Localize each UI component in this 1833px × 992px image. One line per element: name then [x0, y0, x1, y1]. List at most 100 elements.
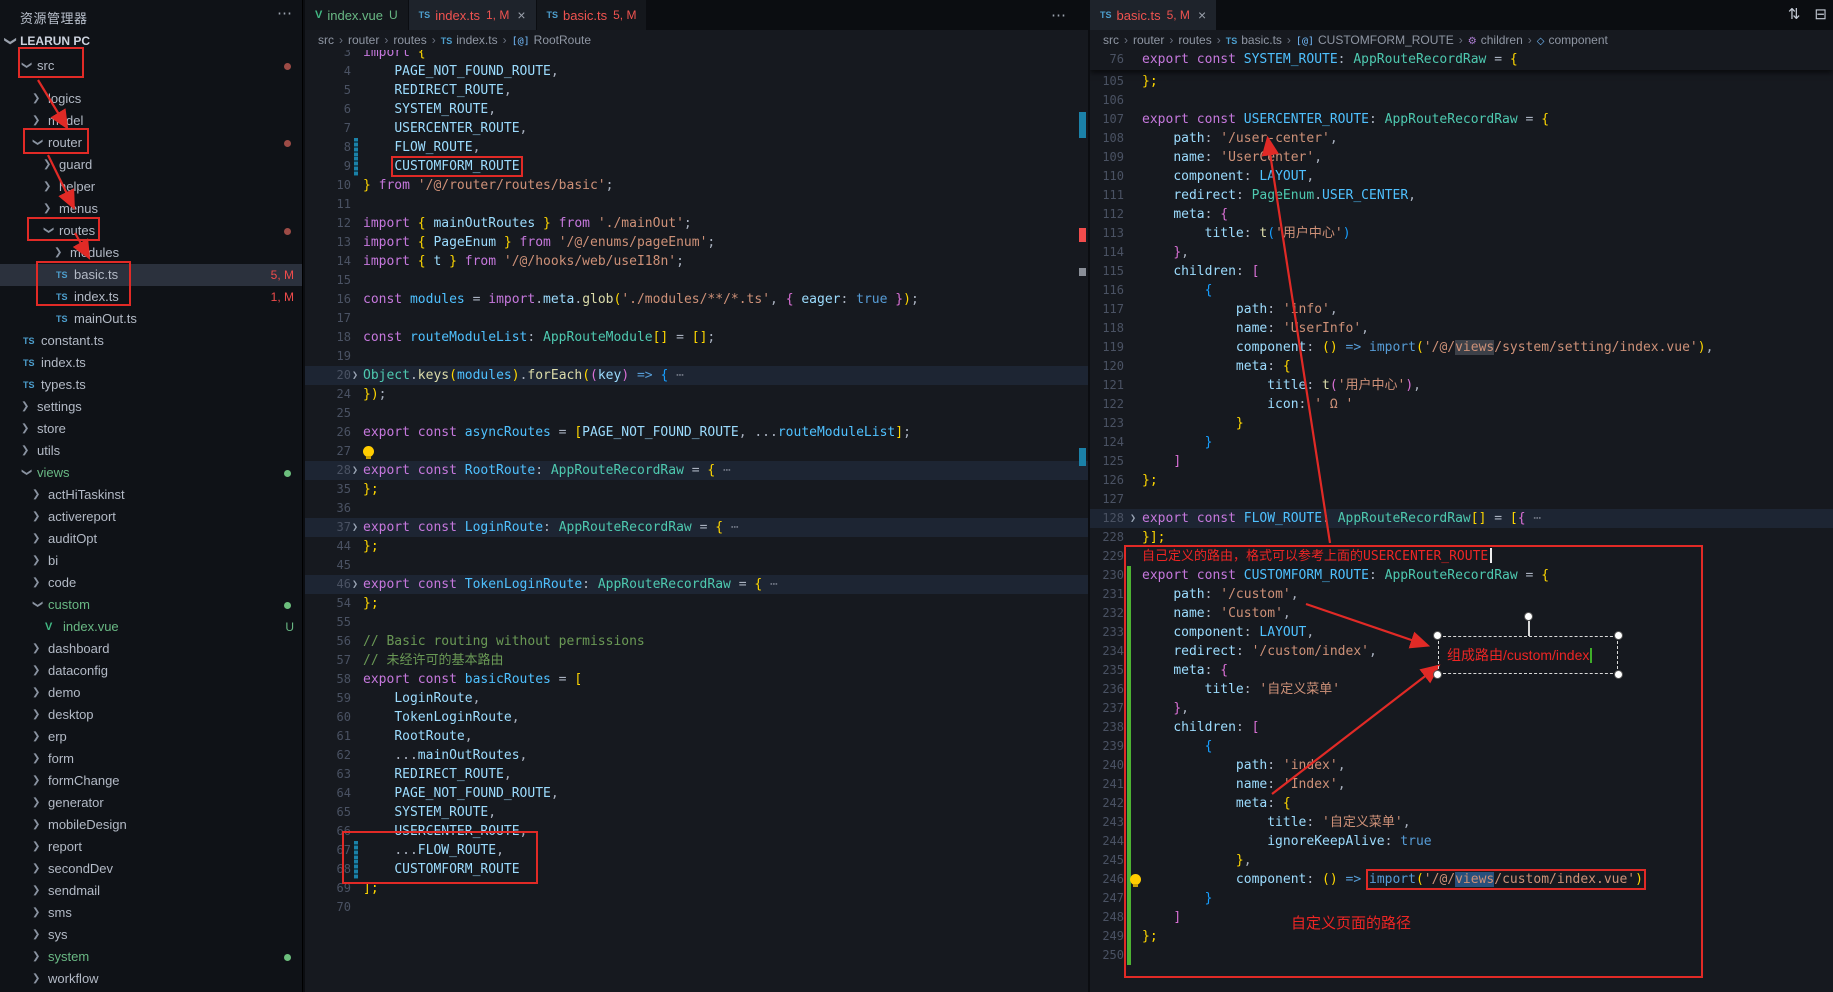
tree-item-views[interactable]: ❯views — [0, 462, 302, 484]
code-line-36[interactable]: 36 — [305, 499, 1088, 518]
close-icon[interactable]: × — [517, 7, 525, 23]
code-line-13[interactable]: 13import { PageEnum } from '/@/enums/pag… — [305, 233, 1088, 252]
code-line-24[interactable]: 24}); — [305, 385, 1088, 404]
code-line-62[interactable]: 62 ...mainOutRoutes, — [305, 746, 1088, 765]
tree-item-custom[interactable]: ❯custom — [0, 594, 302, 616]
code-line-65[interactable]: 65 SYSTEM_ROUTE, — [305, 803, 1088, 822]
tree-item-routes[interactable]: ❯routes — [0, 220, 302, 242]
code-line-124[interactable]: 124 } — [1090, 433, 1833, 452]
code-line-126[interactable]: 126}; — [1090, 471, 1833, 490]
tree-item-index.vue[interactable]: Vindex.vueU — [0, 616, 302, 638]
code-line-5[interactable]: 5 REDIRECT_ROUTE, — [305, 81, 1088, 100]
code-line-9[interactable]: 9 CUSTOMFORM_ROUTE — [305, 157, 1088, 176]
tab-index.ts[interactable]: TSindex.ts1, M× — [409, 0, 536, 30]
code-line-68[interactable]: 68 CUSTOMFORM_ROUTE — [305, 860, 1088, 879]
code-line-116[interactable]: 116 { — [1090, 281, 1833, 300]
breadcrumb-item[interactable]: ⚙children — [1468, 33, 1523, 47]
tree-item-formChange[interactable]: ❯formChange — [0, 770, 302, 792]
breadcrumb-item[interactable]: TSindex.ts — [441, 33, 498, 47]
tree-item-demo[interactable]: ❯demo — [0, 682, 302, 704]
code-line-231[interactable]: 231 path: '/custom', — [1090, 585, 1833, 604]
code-line-120[interactable]: 120 meta: { — [1090, 357, 1833, 376]
tree-item-dataconfig[interactable]: ❯dataconfig — [0, 660, 302, 682]
compare-editors-icon[interactable]: ⇅ — [1788, 5, 1801, 23]
code-line-114[interactable]: 114 }, — [1090, 243, 1833, 262]
tree-item-desktop[interactable]: ❯desktop — [0, 704, 302, 726]
code-line-66[interactable]: 66 USERCENTER_ROUTE, — [305, 822, 1088, 841]
breadcrumb-item[interactable]: routes — [393, 33, 426, 47]
code-line-240[interactable]: 240 path: 'index', — [1090, 756, 1833, 775]
code-line-241[interactable]: 241 name: 'Index', — [1090, 775, 1833, 794]
code-line-106[interactable]: 106 — [1090, 91, 1833, 110]
code-line-28[interactable]: 28❯export const RootRoute: AppRouteRecor… — [305, 461, 1088, 480]
code-line-118[interactable]: 118 name: 'UserInfo', — [1090, 319, 1833, 338]
tree-item-constant.ts[interactable]: TSconstant.ts — [0, 330, 302, 352]
middle-editor-more-icon[interactable]: ⋯ — [1051, 6, 1066, 24]
code-line-6[interactable]: 6 SYSTEM_ROUTE, — [305, 100, 1088, 119]
code-line-3[interactable]: 3import { — [305, 50, 1088, 62]
right-editor-content[interactable]: 105};106107export const USERCENTER_ROUTE… — [1090, 50, 1833, 992]
code-line-242[interactable]: 242 meta: { — [1090, 794, 1833, 813]
code-line-8[interactable]: 8 FLOW_ROUTE, — [305, 138, 1088, 157]
tab-basic.ts[interactable]: TSbasic.ts5, M — [537, 0, 647, 30]
editor-layout-icon[interactable]: ⊟ — [1814, 5, 1827, 23]
middle-editor-content[interactable]: 3import {4 PAGE_NOT_FOUND_ROUTE,5 REDIRE… — [305, 50, 1088, 992]
code-line-111[interactable]: 111 redirect: PageEnum.USER_CENTER, — [1090, 186, 1833, 205]
code-line-12[interactable]: 12import { mainOutRoutes } from './mainO… — [305, 214, 1088, 233]
tree-item-system[interactable]: ❯system — [0, 946, 302, 968]
tree-item-actHiTaskinst[interactable]: ❯actHiTaskinst — [0, 484, 302, 506]
code-line-55[interactable]: 55 — [305, 613, 1088, 632]
code-line-246[interactable]: 246 component: () => import('/@/views/cu… — [1090, 870, 1833, 889]
tree-item-dashboard[interactable]: ❯dashboard — [0, 638, 302, 660]
breadcrumb-item[interactable]: [@]RootRoute — [512, 33, 591, 47]
breadcrumb-item[interactable]: routes — [1178, 33, 1211, 47]
code-line-110[interactable]: 110 component: LAYOUT, — [1090, 167, 1833, 186]
code-line-243[interactable]: 243 title: '自定义菜单', — [1090, 813, 1833, 832]
code-line-37[interactable]: 37❯export const LoginRoute: AppRouteReco… — [305, 518, 1088, 537]
fold-chevron-icon[interactable]: ❯ — [352, 461, 358, 480]
code-line-10[interactable]: 10} from '/@/router/routes/basic'; — [305, 176, 1088, 195]
tab-index.vue[interactable]: Vindex.vueU — [305, 0, 408, 30]
tree-item-generator[interactable]: ❯generator — [0, 792, 302, 814]
code-line-239[interactable]: 239 { — [1090, 737, 1833, 756]
code-line-61[interactable]: 61 RootRoute, — [305, 727, 1088, 746]
tree-item-logics[interactable]: ❯logics — [0, 88, 302, 110]
code-line-69[interactable]: 69]; — [305, 879, 1088, 898]
tree-item-sys[interactable]: ❯sys — [0, 924, 302, 946]
code-line-25[interactable]: 25 — [305, 404, 1088, 423]
breadcrumb-item[interactable]: src — [318, 33, 334, 47]
code-line-63[interactable]: 63 REDIRECT_ROUTE, — [305, 765, 1088, 784]
code-line-35[interactable]: 35}; — [305, 480, 1088, 499]
code-line-127[interactable]: 127 — [1090, 490, 1833, 509]
breadcrumb-item[interactable]: [@]CUSTOMFORM_ROUTE — [1296, 33, 1454, 47]
tree-item-settings[interactable]: ❯settings — [0, 396, 302, 418]
code-line-18[interactable]: 18const routeModuleList: AppRouteModule[… — [305, 328, 1088, 347]
code-line-54[interactable]: 54}; — [305, 594, 1088, 613]
tree-item-utils[interactable]: ❯utils — [0, 440, 302, 462]
code-line-247[interactable]: 247 } — [1090, 889, 1833, 908]
tree-item-auditOpt[interactable]: ❯auditOpt — [0, 528, 302, 550]
code-line-44[interactable]: 44}; — [305, 537, 1088, 556]
breadcrumb-item[interactable]: TSbasic.ts — [1226, 33, 1282, 47]
code-line-245[interactable]: 245 }, — [1090, 851, 1833, 870]
code-line-16[interactable]: 16const modules = import.meta.glob('./mo… — [305, 290, 1088, 309]
tree-item-index.ts[interactable]: TSindex.ts — [0, 352, 302, 374]
code-line-248[interactable]: 248 ] — [1090, 908, 1833, 927]
lightbulb-icon[interactable] — [1130, 874, 1141, 885]
code-line-119[interactable]: 119 component: () => import('/@/views/sy… — [1090, 338, 1833, 357]
tree-item-form[interactable]: ❯form — [0, 748, 302, 770]
code-line-108[interactable]: 108 path: '/user-center', — [1090, 129, 1833, 148]
code-line-122[interactable]: 122 icon: ' Ω ' — [1090, 395, 1833, 414]
code-line-228[interactable]: 228}]; — [1090, 528, 1833, 547]
code-line-249[interactable]: 249}; — [1090, 927, 1833, 946]
code-line-237[interactable]: 237 }, — [1090, 699, 1833, 718]
code-line-64[interactable]: 64 PAGE_NOT_FOUND_ROUTE, — [305, 784, 1088, 803]
tree-item-index.ts[interactable]: TSindex.ts1, M — [0, 286, 302, 308]
code-line-229[interactable]: 229自己定义的路由，格式可以参考上面的USERCENTER_ROUTE — [1090, 547, 1833, 566]
fold-chevron-icon[interactable]: ❯ — [352, 366, 358, 385]
fold-chevron-icon[interactable]: ❯ — [352, 518, 358, 537]
tree-item-mobileDesign[interactable]: ❯mobileDesign — [0, 814, 302, 836]
tree-item-menus[interactable]: ❯menus — [0, 198, 302, 220]
tree-item-src[interactable]: ❯src — [0, 55, 302, 77]
code-line-59[interactable]: 59 LoginRoute, — [305, 689, 1088, 708]
